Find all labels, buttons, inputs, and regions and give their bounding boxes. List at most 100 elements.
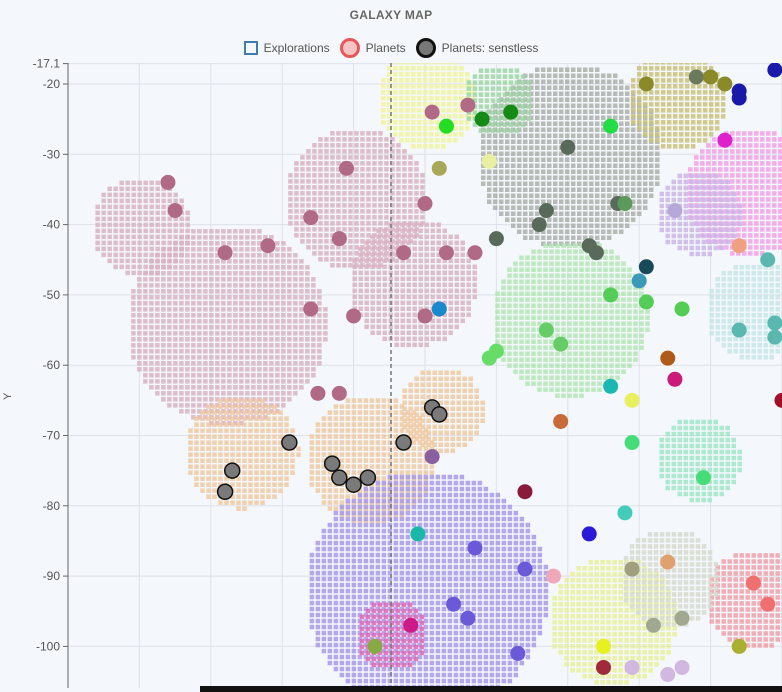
planet-point[interactable]: [667, 371, 683, 387]
planet-point[interactable]: [424, 449, 440, 465]
exploration-region: [709, 264, 782, 360]
planet-point[interactable]: [596, 659, 611, 675]
planet-point[interactable]: [396, 245, 412, 261]
planet-point[interactable]: [346, 308, 362, 324]
planet-point[interactable]: [624, 659, 640, 675]
galaxy-scatter-plot[interactable]: -17.1 -20 -30 -40 -50 -60 -70 -80 -90 -100: [0, 0, 782, 692]
planet-point[interactable]: [717, 132, 733, 148]
y-tick-label: -80: [43, 499, 61, 513]
planet-point[interactable]: [617, 196, 633, 212]
planet-point[interactable]: [638, 294, 654, 310]
planet-point[interactable]: [695, 470, 711, 486]
planet-point[interactable]: [481, 153, 497, 169]
planet-point[interactable]: [603, 378, 619, 394]
planet-point[interactable]: [546, 568, 562, 584]
planet-point[interactable]: [460, 97, 476, 113]
planet-point[interactable]: [538, 203, 554, 219]
planet-point[interactable]: [417, 196, 433, 212]
planet-point[interactable]: [474, 111, 490, 127]
planet-point[interactable]: [731, 322, 747, 338]
planet-point[interactable]: [331, 385, 347, 401]
planet-point[interactable]: [667, 203, 683, 219]
planet-senstless-point[interactable]: [359, 469, 377, 486]
planet-point[interactable]: [438, 245, 454, 261]
planet-point[interactable]: [745, 575, 761, 591]
planet-senstless-point[interactable]: [345, 476, 362, 493]
planet-point[interactable]: [303, 301, 319, 317]
planet-senstless-point[interactable]: [323, 455, 341, 472]
planet-senstless-point[interactable]: [216, 483, 234, 500]
planet-point[interactable]: [624, 392, 640, 408]
planet-point[interactable]: [767, 329, 782, 345]
planet-point[interactable]: [760, 252, 776, 268]
planet-point[interactable]: [731, 238, 747, 254]
planet-point[interactable]: [481, 350, 497, 366]
planet-point[interactable]: [424, 104, 440, 120]
planet-point[interactable]: [638, 76, 654, 92]
planet-point[interactable]: [503, 104, 519, 120]
planet-senstless-point[interactable]: [281, 434, 298, 451]
planet-point[interactable]: [603, 287, 619, 303]
planet-point[interactable]: [588, 245, 604, 261]
planet-point[interactable]: [303, 210, 319, 226]
planet-point[interactable]: [760, 596, 776, 612]
planet-point[interactable]: [217, 245, 233, 261]
planet-point[interactable]: [660, 350, 676, 366]
planet-point[interactable]: [674, 659, 690, 675]
planet-point[interactable]: [717, 76, 733, 92]
planet-point[interactable]: [438, 118, 454, 134]
planet-point[interactable]: [731, 90, 747, 106]
planet-point[interactable]: [517, 484, 533, 500]
planet-point[interactable]: [638, 259, 654, 275]
planet-point[interactable]: [167, 203, 183, 219]
planet-point[interactable]: [260, 238, 276, 254]
planet-senstless-point[interactable]: [223, 462, 241, 479]
planet-point[interactable]: [767, 315, 782, 331]
planet-point[interactable]: [581, 526, 597, 542]
planet-point[interactable]: [617, 505, 633, 521]
planet-point[interactable]: [431, 160, 447, 176]
planet-point[interactable]: [331, 231, 347, 247]
planet-point[interactable]: [403, 617, 419, 633]
planet-point[interactable]: [688, 69, 704, 85]
planet-point[interactable]: [560, 139, 576, 155]
planet-senstless-point[interactable]: [331, 469, 348, 486]
planet-point[interactable]: [460, 610, 476, 626]
planet-point[interactable]: [645, 617, 661, 633]
planet-point[interactable]: [310, 385, 326, 401]
planet-point[interactable]: [660, 554, 676, 570]
planet-point[interactable]: [624, 561, 640, 577]
planet-point[interactable]: [624, 435, 640, 451]
planet-point[interactable]: [160, 174, 176, 190]
planet-point[interactable]: [538, 322, 554, 338]
planet-point[interactable]: [553, 336, 569, 352]
y-tick-label: -30: [43, 147, 61, 161]
planet-point[interactable]: [417, 308, 433, 324]
planet-point[interactable]: [703, 69, 719, 85]
planet-point[interactable]: [467, 540, 483, 556]
planet-point[interactable]: [517, 561, 533, 577]
planet-point[interactable]: [446, 596, 462, 612]
planet-point[interactable]: [767, 62, 782, 78]
exploration-region: [359, 602, 425, 668]
bottom-edge-bar: [200, 686, 782, 692]
planet-point[interactable]: [631, 273, 647, 289]
planet-point[interactable]: [431, 301, 447, 317]
planet-point[interactable]: [338, 160, 354, 176]
planet-point[interactable]: [531, 217, 547, 233]
planet-point[interactable]: [467, 245, 483, 261]
planet-point[interactable]: [731, 638, 747, 654]
planet-point[interactable]: [488, 231, 504, 247]
planet-point[interactable]: [367, 638, 383, 654]
planet-point[interactable]: [410, 526, 426, 542]
planet-senstless-point[interactable]: [395, 434, 412, 451]
planet-point[interactable]: [674, 610, 690, 626]
planet-point[interactable]: [603, 118, 619, 134]
planet-point[interactable]: [553, 413, 569, 429]
planet-point[interactable]: [660, 667, 676, 683]
planet-point[interactable]: [596, 638, 611, 654]
planet-senstless-point[interactable]: [431, 406, 448, 423]
planet-point[interactable]: [674, 301, 690, 317]
planet-point[interactable]: [774, 392, 782, 408]
planet-point[interactable]: [510, 645, 526, 661]
